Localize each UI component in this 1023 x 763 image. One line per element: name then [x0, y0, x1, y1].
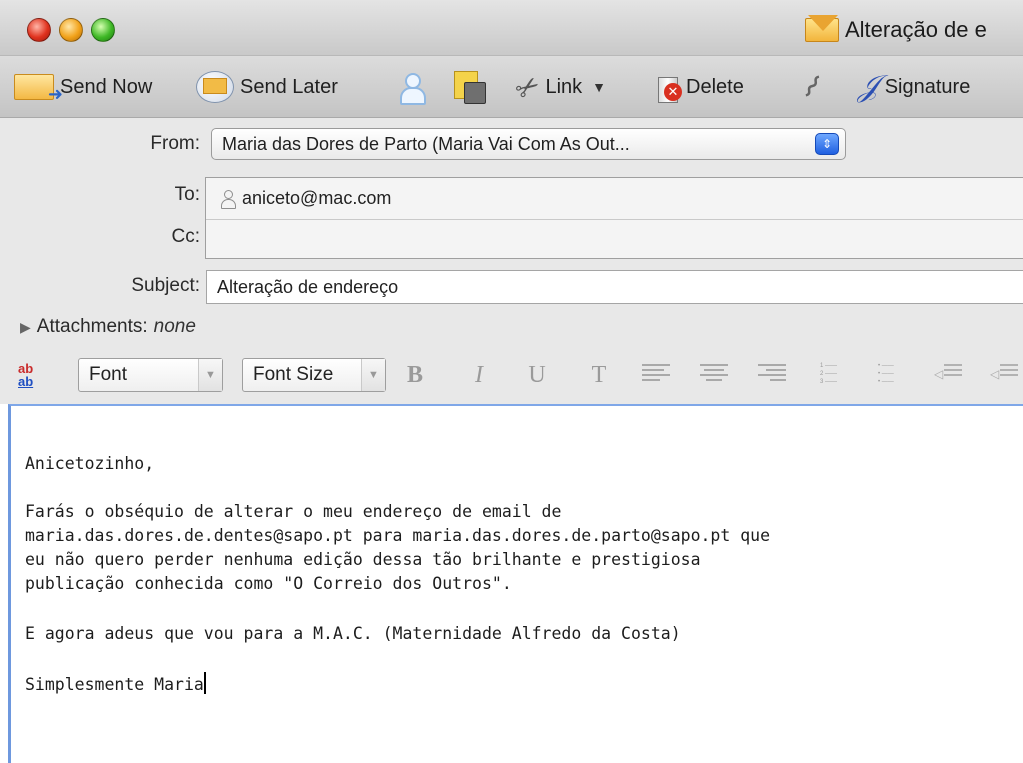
to-label: To:	[174, 184, 200, 205]
cc-label: Cc:	[171, 226, 201, 247]
text-style-button[interactable]: T	[586, 358, 612, 392]
signature-label: Signature	[884, 75, 971, 98]
numbered-list-icon[interactable]: 1 —— 2 —— 3 ——	[820, 362, 848, 388]
dropdown-arrow-icon[interactable]: ▼	[592, 79, 606, 95]
window-title: Alteração de e	[805, 15, 987, 45]
spellcheck-icon[interactable]: ab ab	[18, 362, 48, 392]
title-bar: Alteração de e	[0, 0, 1023, 56]
body-line: E agora adeus que vou para a M.A.C. (Mat…	[25, 624, 681, 643]
paperclip-icon: ⌇	[795, 69, 827, 105]
close-window-button[interactable]	[27, 18, 51, 42]
recipient-token[interactable]: aniceto@mac.com	[220, 188, 391, 209]
spell-bottom: ab	[18, 374, 34, 389]
minimize-window-button[interactable]	[59, 18, 83, 42]
italic-button[interactable]: I	[466, 358, 492, 392]
font-select[interactable]: Font ▼	[78, 358, 223, 392]
text-caret	[203, 672, 206, 694]
from-label: From:	[150, 133, 200, 154]
bold-button[interactable]: B	[402, 358, 428, 392]
trash-icon	[654, 71, 682, 103]
body-line: Farás o obséquio de alterar o meu endere…	[25, 502, 562, 521]
contact-button[interactable]	[398, 66, 426, 108]
compose-toolbar: Send Now Send Later ✂ Link ▼ Delete ⌇ 𝒥 …	[0, 56, 1023, 118]
attachments-label: Attachments:	[36, 316, 148, 337]
send-later-label: Send Later	[240, 75, 338, 98]
dropdown-arrow-icon: ▼	[361, 359, 385, 391]
body-line: Anicetozinho,	[25, 454, 155, 473]
attach-button[interactable]: ⌇	[796, 66, 827, 108]
bulleted-list-icon[interactable]: • —— • —— • ——	[878, 362, 906, 388]
font-size-select[interactable]: Font Size ▼	[242, 358, 386, 392]
address-book-button[interactable]	[452, 66, 486, 108]
cc-divider	[206, 219, 1023, 220]
attachments-row[interactable]: ▶ Attachments: none	[20, 316, 196, 338]
align-center-icon[interactable]	[700, 364, 728, 386]
underline-button[interactable]: U	[524, 358, 550, 392]
envelope-icon	[805, 15, 839, 42]
send-now-button[interactable]: Send Now	[14, 66, 152, 108]
signature-text: Simplesmente Maria	[25, 675, 204, 694]
send-now-icon	[14, 74, 63, 105]
font-select-value: Font	[89, 364, 128, 385]
person-icon	[398, 71, 426, 105]
link-button[interactable]: ✂ Link ▼	[509, 66, 606, 108]
align-left-icon[interactable]	[642, 364, 670, 386]
message-body-editor[interactable]: Anicetozinho, Farás o obséquio de altera…	[8, 404, 1023, 763]
send-later-icon	[196, 71, 234, 103]
font-size-value: Font Size	[253, 364, 334, 385]
recipients-field[interactable]: aniceto@mac.com	[205, 177, 1023, 259]
body-line: maria.das.dores.de.dentes@sapo.pt para m…	[25, 526, 771, 545]
link-label: Link	[545, 75, 583, 98]
from-value: Maria das Dores de Parto (Maria Vai Com …	[222, 133, 630, 154]
signature-button[interactable]: 𝒥 Signature	[858, 66, 970, 108]
align-right-icon[interactable]	[758, 364, 786, 386]
send-now-label: Send Now	[60, 75, 153, 98]
indent-icon[interactable]	[990, 364, 1018, 386]
address-book-icon	[452, 70, 486, 104]
send-later-button[interactable]: Send Later	[196, 66, 338, 108]
signature-icon: 𝒥	[858, 70, 879, 103]
attachments-value: none	[153, 316, 196, 337]
window-title-text: Alteração de e	[845, 17, 987, 42]
subject-input[interactable]: Alteração de endereço	[206, 270, 1023, 304]
link-icon: ✂	[509, 67, 547, 107]
person-icon	[220, 189, 236, 209]
dropdown-arrow-icon: ▼	[198, 359, 222, 391]
outdent-icon[interactable]	[934, 364, 962, 386]
body-line-last: Simplesmente Maria	[25, 672, 206, 694]
chevron-updown-icon: ⇕	[815, 133, 839, 155]
body-line: publicação conhecida como "O Correio dos…	[25, 574, 512, 593]
delete-button[interactable]: Delete	[654, 66, 744, 108]
disclosure-triangle-icon[interactable]: ▶	[20, 319, 31, 336]
delete-label: Delete	[686, 75, 744, 98]
body-line: eu não quero perder nenhuma edição dessa…	[25, 550, 701, 569]
from-select[interactable]: Maria das Dores de Parto (Maria Vai Com …	[211, 128, 846, 160]
subject-label: Subject:	[131, 275, 200, 296]
zoom-window-button[interactable]	[91, 18, 115, 42]
to-value: aniceto@mac.com	[242, 188, 392, 208]
